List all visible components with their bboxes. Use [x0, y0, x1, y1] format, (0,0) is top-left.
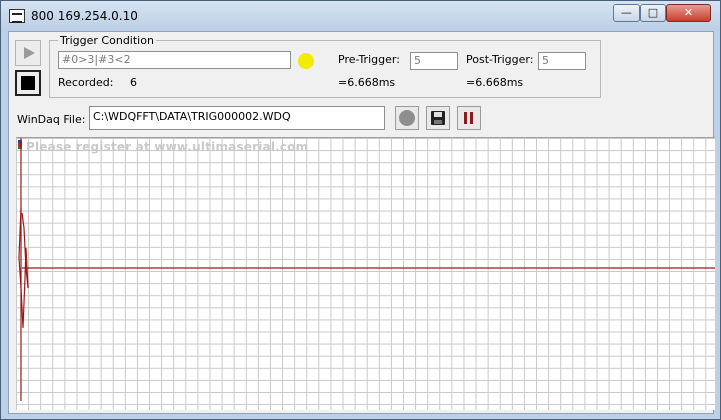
window-title: 800 169.254.0.10 — [31, 9, 138, 23]
trigger-condition-group: Trigger Condition #0>3|#3<2 Recorded: 6 … — [49, 35, 601, 98]
play-button[interactable] — [15, 40, 41, 66]
waveform-display[interactable]: Please register at www.ultimaserial.com — [16, 137, 715, 410]
close-button[interactable]: ✕ — [666, 4, 711, 22]
pause-button[interactable] — [457, 106, 481, 130]
trigger-status-indicator — [298, 53, 314, 69]
maximize-button[interactable]: □ — [640, 4, 666, 22]
stop-icon — [21, 76, 35, 90]
recorded-count: 6 — [130, 76, 137, 89]
pre-trigger-input[interactable]: 5 — [410, 52, 458, 70]
client-area: Trigger Condition #0>3|#3<2 Recorded: 6 … — [8, 31, 715, 414]
stop-button[interactable] — [15, 70, 41, 96]
trigger-condition-input[interactable]: #0>3|#3<2 — [58, 51, 291, 69]
app-icon[interactable] — [9, 9, 25, 23]
save-button[interactable] — [426, 106, 450, 130]
pre-trigger-label: Pre-Trigger: — [338, 53, 400, 66]
post-trigger-label: Post-Trigger: — [466, 53, 534, 66]
app-window: 800 169.254.0.10 — □ ✕ Trigger Condition… — [0, 0, 721, 420]
floppy-disk-icon — [431, 111, 445, 125]
minimize-button[interactable]: — — [613, 4, 640, 22]
trigger-condition-legend: Trigger Condition — [58, 34, 156, 47]
record-icon — [399, 110, 415, 126]
post-trigger-time: =6.668ms — [466, 76, 524, 89]
windaq-file-path-input[interactable]: C:\WDQFFT\DATA\TRIG000002.WDQ — [89, 106, 385, 130]
windaq-file-label: WinDaq File: — [17, 113, 86, 126]
waveform-trace — [18, 138, 715, 401]
pre-trigger-time: =6.668ms — [338, 76, 396, 89]
record-button[interactable] — [395, 106, 419, 130]
pause-icon — [464, 112, 467, 124]
play-icon — [24, 47, 35, 59]
title-bar[interactable]: 800 169.254.0.10 — □ ✕ — [1, 1, 720, 31]
post-trigger-input[interactable]: 5 — [538, 52, 586, 70]
recorded-label: Recorded: — [58, 76, 114, 89]
